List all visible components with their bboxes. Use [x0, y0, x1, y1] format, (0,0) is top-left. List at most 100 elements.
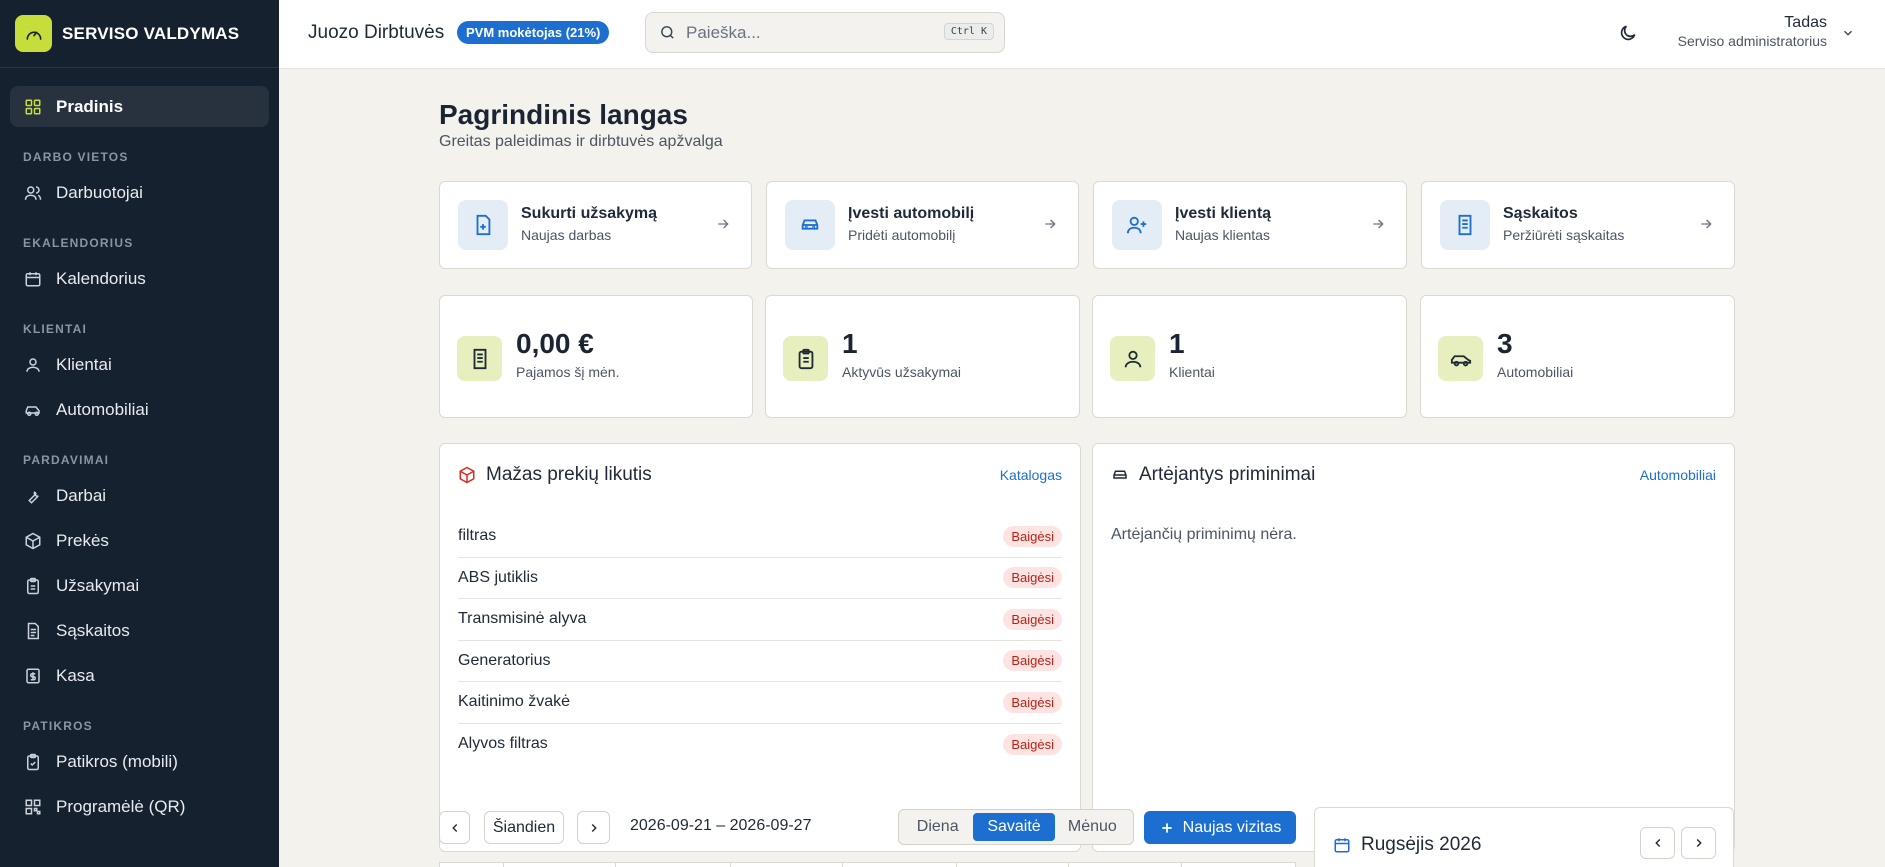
- quick-action-add-car[interactable]: Įvesti automobilį Pridėti automobilį: [766, 181, 1079, 269]
- nav-group-label: KLIENTAI: [23, 322, 88, 336]
- user-icon: [24, 356, 42, 374]
- sidebar-item-programele[interactable]: Programėlė (QR): [10, 786, 269, 827]
- file-plus-icon: [458, 200, 508, 250]
- sidebar-item-darbuotojai[interactable]: Darbuotojai: [10, 172, 269, 213]
- wrench-icon: [24, 487, 42, 505]
- prev-month-button[interactable]: [1640, 827, 1675, 859]
- new-visit-button[interactable]: Naujas vizitas: [1144, 811, 1296, 844]
- car-icon: [24, 401, 42, 419]
- view-day-tab[interactable]: Diena: [902, 813, 973, 841]
- calendar-grid: [439, 862, 1296, 867]
- search-icon: [659, 24, 676, 41]
- search-box[interactable]: Ctrl K: [645, 12, 1005, 53]
- stat-value: 3: [1497, 328, 1513, 359]
- sidebar-item-uzsakymai[interactable]: Užsakymai: [10, 565, 269, 606]
- stat-label: Automobiliai: [1497, 364, 1574, 380]
- list-item[interactable]: Generatorius Baigėsi: [458, 641, 1062, 682]
- sidebar-item-label: Automobiliai: [56, 399, 149, 419]
- prev-week-button[interactable]: [439, 811, 470, 844]
- stat-label: Klientai: [1169, 364, 1215, 380]
- clipboard-check-icon: [24, 753, 42, 771]
- clipboard-icon: [783, 336, 828, 381]
- list-item[interactable]: Alyvos filtras Baigėsi: [458, 724, 1062, 766]
- sidebar-item-label: Prekės: [56, 530, 109, 550]
- cars-link[interactable]: Automobiliai: [1640, 467, 1716, 483]
- quick-action-add-client[interactable]: Įvesti klientą Naujas klientas: [1093, 181, 1407, 269]
- sidebar-item-label: Darbuotojai: [56, 182, 143, 202]
- car-icon: [1438, 336, 1483, 381]
- status-badge: Baigėsi: [1003, 525, 1062, 547]
- vat-badge: PVM mokėtojas (21%): [457, 21, 610, 44]
- car-icon: [1111, 466, 1129, 484]
- sidebar-item-kasa[interactable]: Kasa: [10, 655, 269, 696]
- dashboard-icon: [24, 98, 42, 116]
- sidebar-item-kalendorius[interactable]: Kalendorius: [10, 258, 269, 299]
- receipt-icon: [24, 622, 42, 640]
- list-item[interactable]: ABS jutiklis Baigėsi: [458, 558, 1062, 599]
- item-name: filtras: [458, 527, 497, 545]
- next-month-button[interactable]: [1681, 827, 1716, 859]
- stat-card-cars: 3 Automobiliai: [1420, 295, 1735, 418]
- list-item[interactable]: Transmisinė alyva Baigėsi: [458, 599, 1062, 641]
- moon-icon: [1618, 23, 1638, 43]
- sidebar-item-label: Sąskaitos: [56, 620, 130, 640]
- status-badge: Baigėsi: [1003, 567, 1062, 589]
- view-month-tab[interactable]: Mėnuo: [1055, 813, 1130, 841]
- sidebar-item-prekes[interactable]: Prekės: [10, 520, 269, 561]
- sidebar-item-label: Darbai: [56, 485, 107, 505]
- reminders-panel: Artėjantys priminimai Automobiliai Artėj…: [1092, 443, 1735, 852]
- sidebar-item-pradinis[interactable]: Pradinis: [10, 86, 269, 127]
- search-input[interactable]: [686, 22, 926, 43]
- user-menu[interactable]: Tadas Serviso administratorius: [1678, 14, 1827, 49]
- quick-action-new-order[interactable]: Sukurti užsakymą Naujas darbas: [439, 181, 752, 269]
- sidebar-item-klientai[interactable]: Klientai: [10, 344, 269, 385]
- today-button[interactable]: Šiandien: [484, 811, 564, 844]
- catalog-link[interactable]: Katalogas: [1000, 467, 1062, 483]
- cash-icon: [24, 667, 42, 685]
- status-badge: Baigėsi: [1003, 733, 1062, 755]
- sidebar-item-darbai[interactable]: Darbai: [10, 475, 269, 516]
- list-item[interactable]: filtras Baigėsi: [458, 516, 1062, 558]
- sidebar-item-saskaitos[interactable]: Sąskaitos: [10, 610, 269, 651]
- quick-action-subtitle: Pridėti automobilį: [848, 227, 956, 243]
- receipt-icon: [1440, 200, 1490, 250]
- quick-action-title: Sukurti užsakymą: [521, 205, 658, 222]
- arrow-right-icon: [1370, 216, 1386, 237]
- mini-calendar-header: Rugsėjis 2026: [1333, 834, 1481, 856]
- workshop-name[interactable]: Juozo Dirbtuvės: [308, 22, 444, 44]
- quick-action-title: Įvesti automobilį: [848, 205, 975, 222]
- new-visit-label: Naujas vizitas: [1182, 818, 1282, 836]
- low-stock-list: filtras Baigėsi ABS jutiklis Baigėsi Trans…: [458, 516, 1062, 765]
- view-week-tab[interactable]: Savaitė: [973, 813, 1055, 841]
- user-name: Tadas: [1784, 14, 1827, 31]
- panel-header: Artėjantys priminimai: [1111, 464, 1315, 486]
- theme-toggle-button[interactable]: [1615, 20, 1641, 46]
- list-item[interactable]: Kaitinimo žvakė Baigėsi: [458, 682, 1062, 724]
- stat-card-active-orders: 1 Aktyvūs užsakymai: [765, 295, 1080, 418]
- arrow-right-icon: [1042, 216, 1058, 237]
- stat-value: 0,00 €: [516, 328, 594, 359]
- mini-calendar: Rugsėjis 2026: [1314, 807, 1734, 867]
- user-role: Serviso administratorius: [1677, 33, 1827, 49]
- stat-label: Aktyvūs užsakymai: [842, 364, 962, 380]
- sidebar-item-label: Kasa: [56, 665, 95, 685]
- car-icon: [785, 200, 835, 250]
- package-icon: [24, 532, 42, 550]
- brand[interactable]: SERVISO VALDYMAS: [0, 0, 279, 68]
- chevron-left-icon: [1651, 836, 1665, 850]
- plus-icon: [1159, 820, 1175, 836]
- sidebar-item-label: Užsakymai: [56, 575, 140, 595]
- month-label: Rugsėjis 2026: [1361, 834, 1482, 855]
- sidebar: SERVISO VALDYMAS Pradinis DARBO VIETOS D…: [0, 0, 279, 867]
- chevron-down-icon[interactable]: [1841, 26, 1855, 45]
- sidebar-item-label: Pradinis: [56, 96, 124, 116]
- sidebar-item-automobiliai[interactable]: Automobiliai: [10, 389, 269, 430]
- stat-value: 1: [1169, 328, 1185, 359]
- next-week-button[interactable]: [577, 811, 610, 844]
- sidebar-item-patikros[interactable]: Patikros (mobili): [10, 741, 269, 782]
- quick-action-title: Įvesti klientą: [1175, 205, 1272, 222]
- quick-action-invoices[interactable]: Sąskaitos Peržiūrėti sąskaitas: [1421, 181, 1735, 269]
- chevron-left-icon: [448, 821, 462, 835]
- sidebar-item-label: Kalendorius: [56, 268, 146, 288]
- quick-action-title: Sąskaitos: [1503, 205, 1578, 222]
